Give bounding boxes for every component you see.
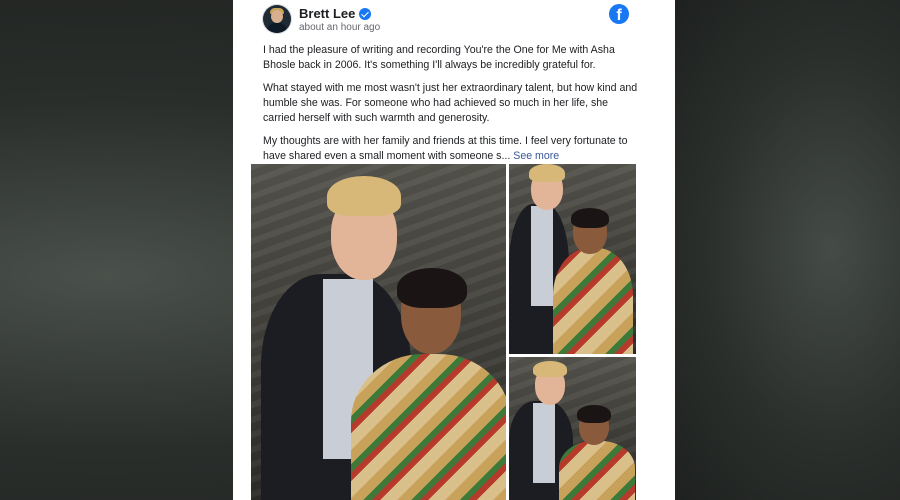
woman-saree <box>351 354 506 500</box>
post-photo-main[interactable] <box>251 164 506 500</box>
post-paragraph-3-text: My thoughts are with her family and frie… <box>263 135 628 162</box>
post-paragraph-1: I had the pleasure of writing and record… <box>263 44 615 71</box>
see-more-link[interactable]: See more <box>513 150 559 162</box>
author-avatar[interactable] <box>263 5 291 33</box>
woman-saree <box>553 248 633 354</box>
author-name[interactable]: Brett Lee <box>299 6 355 21</box>
facebook-post-card: Brett Lee about an hour ago f I had the … <box>233 0 675 500</box>
woman-hair <box>571 208 609 228</box>
man-hair <box>533 361 567 377</box>
post-body: I had the pleasure of writing and record… <box>263 43 639 172</box>
woman-saree <box>559 441 635 500</box>
post-timestamp[interactable]: about an hour ago <box>299 22 380 33</box>
post-paragraph-3: My thoughts are with her family and frie… <box>263 134 639 164</box>
avatar-face <box>271 10 283 23</box>
background-blur-right <box>672 0 900 500</box>
avatar-shirt <box>267 23 287 33</box>
woman-hair <box>397 268 467 308</box>
man-hair <box>529 164 565 182</box>
man-hair <box>327 176 401 216</box>
man-shirt <box>531 206 553 306</box>
facebook-icon[interactable]: f <box>609 4 629 24</box>
post-photo-side-bottom[interactable] <box>509 357 636 500</box>
post-paragraph-2: What stayed with me most wasn't just her… <box>263 82 638 124</box>
post-header: Brett Lee about an hour ago f <box>233 0 675 40</box>
woman-hair <box>577 405 611 423</box>
author-name-row: Brett Lee <box>299 6 372 21</box>
post-photo-side-top[interactable] <box>509 164 636 354</box>
verified-badge-icon <box>359 7 372 20</box>
man-shirt <box>533 403 555 483</box>
